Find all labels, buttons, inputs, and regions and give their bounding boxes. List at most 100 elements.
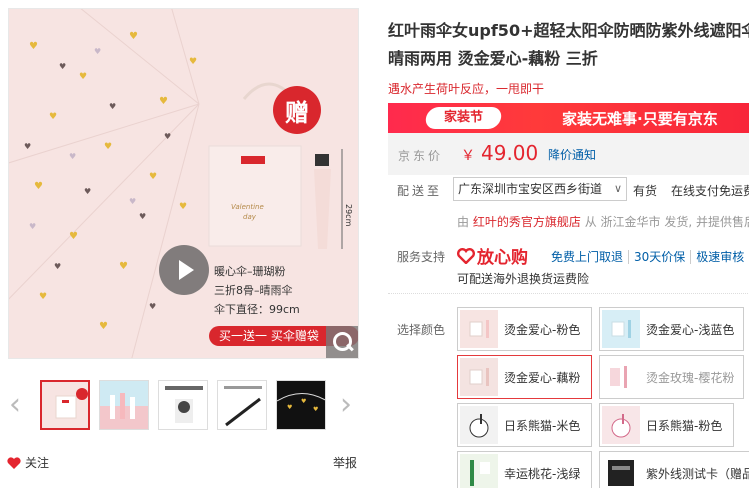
thumbnail[interactable]	[217, 380, 267, 430]
banner-text: 家装无难事·只要有京东	[562, 110, 718, 128]
svg-text:♥: ♥	[84, 187, 91, 196]
color-option[interactable]: 烫金爱心-粉色	[457, 307, 592, 351]
color-label: 选择颜色	[397, 323, 446, 337]
svg-text:♥: ♥	[189, 57, 197, 67]
color-option[interactable]: 日系熊猫-粉色	[599, 403, 734, 447]
service-note: 可配送海外退换货运费险	[457, 272, 590, 286]
image-caption: 暖心伞–珊瑚粉 三折8骨–晴雨伞 伞下直径：99cm	[214, 262, 300, 319]
thumbnail[interactable]	[99, 380, 149, 430]
banner-tag: 家装节	[424, 107, 503, 129]
seller-info: 由 红叶的秀官方旗舰店 从 浙江金华市 发货, 并提供售后服务.	[457, 213, 749, 230]
color-option-label: 烫金爱心-浅蓝色	[646, 322, 735, 337]
svg-text:♥: ♥	[159, 96, 168, 107]
color-thumb	[460, 310, 498, 348]
shipping-address: 广东深圳市宝安区西乡街道	[458, 182, 603, 196]
thumbnail[interactable]	[158, 380, 208, 430]
svg-text:♥: ♥	[149, 302, 156, 311]
svg-text:♥: ♥	[164, 132, 171, 141]
color-option-label: 烫金玫瑰-樱花粉	[646, 370, 735, 385]
seller-prefix: 由	[457, 215, 470, 229]
svg-text:♥: ♥	[49, 112, 57, 122]
chevron-down-icon: ∨	[613, 182, 622, 195]
color-option[interactable]: 烫金爱心-浅蓝色	[599, 307, 744, 351]
service-links: 免费上门取退 30天价保 极速审核	[551, 248, 749, 265]
follow-label: 关注	[25, 456, 50, 470]
color-option-label: 幸运桃花-浅绿	[504, 466, 581, 481]
svg-text:29cm: 29cm	[344, 204, 353, 227]
caption-line: 伞下直径：99cm	[214, 303, 300, 316]
color-thumb	[460, 358, 498, 396]
price-box: 京东价 ￥ 49.00 降价通知	[388, 133, 749, 175]
svg-text:Valentine: Valentine	[231, 203, 264, 211]
price-label: 京东价	[398, 149, 444, 163]
heart-outline-icon	[457, 247, 475, 264]
banner-tag-label: 家装节	[444, 110, 484, 125]
svg-text:♥: ♥	[94, 47, 101, 56]
svg-text:♥: ♥	[24, 142, 31, 151]
report-link[interactable]: 举报	[333, 454, 357, 471]
heart-icon	[7, 456, 21, 469]
color-thumb	[602, 454, 640, 488]
svg-text:day: day	[243, 213, 257, 221]
svg-text:♥: ♥	[301, 398, 306, 405]
color-option-label: 日系熊猫-米色	[504, 418, 581, 433]
svg-text:♥: ♥	[39, 292, 47, 302]
gift-badge: 赠	[273, 86, 321, 134]
chevron-right-icon[interactable]: ›	[336, 390, 356, 420]
svg-text:♥: ♥	[69, 231, 78, 242]
svg-text:♥: ♥	[29, 41, 38, 52]
color-option-selected[interactable]: 烫金爱心-藕粉	[457, 355, 592, 399]
svg-text:♥: ♥	[69, 152, 76, 161]
caption-line: 暖心伞–珊瑚粉	[214, 265, 286, 278]
umbrella-illustration: ♥♥ ♥♥ ♥♥ ♥♥ ♥♥ ♥♥ ♥♥ ♥♥ ♥♥ ♥♥ ♥♥ ♥♥ ♥♥ V…	[9, 9, 358, 358]
svg-text:♥: ♥	[104, 142, 112, 152]
service-link[interactable]: 30天价保	[628, 250, 691, 264]
shipping-address-select[interactable]: 广东深圳市宝安区西乡街道 ∨	[453, 177, 627, 201]
color-option[interactable]: 烫金玫瑰-樱花粉	[599, 355, 744, 399]
svg-text:♥: ♥	[287, 404, 292, 411]
color-thumb	[602, 358, 640, 396]
shop-link[interactable]: 红叶的秀官方旗舰店	[473, 215, 581, 229]
color-option[interactable]: 紫外线测试卡（赠品）	[599, 451, 749, 488]
thumbnail[interactable]	[40, 380, 90, 430]
svg-text:♥: ♥	[149, 172, 157, 182]
follow-button[interactable]: 关注	[7, 454, 49, 471]
payment-info: 在线支付免运费	[671, 184, 749, 198]
color-option-label: 烫金爱心-粉色	[504, 322, 581, 337]
currency-symbol: ￥	[461, 148, 475, 164]
thumbnail[interactable]: ♥ ♥ ♥	[276, 380, 326, 430]
svg-text:♥: ♥	[139, 212, 146, 221]
thumbnail-strip: ‹ ♥ ♥ ♥ ›	[0, 376, 365, 434]
svg-text:♥: ♥	[129, 31, 138, 42]
color-option-label: 烫金爱心-藕粉	[504, 370, 581, 385]
seller-suffix: 从 浙江金华市 发货, 并提供售后服务.	[584, 215, 749, 229]
color-option[interactable]: 幸运桃花-浅绿	[457, 451, 592, 488]
svg-text:♥: ♥	[119, 261, 128, 272]
color-thumb	[460, 406, 498, 444]
stock-status: 有货	[633, 184, 658, 198]
shipping-label: 配送至	[397, 184, 443, 198]
chevron-left-icon[interactable]: ‹	[5, 390, 25, 420]
zoom-icon[interactable]	[326, 326, 358, 358]
color-thumb	[460, 454, 498, 488]
promo-banner[interactable]: 家装节 家装无难事·只要有京东	[388, 103, 749, 133]
svg-text:♥: ♥	[29, 222, 36, 231]
service-link[interactable]: 免费上门取退	[551, 250, 628, 264]
caption-line: 三折8骨–晴雨伞	[214, 284, 293, 297]
service-link[interactable]: 极速审核	[690, 250, 749, 264]
color-thumb	[602, 406, 640, 444]
play-video-button[interactable]	[159, 245, 209, 295]
assurance-label: 放心购	[477, 248, 528, 268]
color-option[interactable]: 日系熊猫-米色	[457, 403, 592, 447]
color-option-label: 日系熊猫-粉色	[646, 418, 723, 433]
color-option-label: 紫外线测试卡（赠品）	[646, 466, 749, 481]
svg-text:♥: ♥	[129, 197, 136, 206]
price-amount: 49.00	[481, 141, 539, 165]
assurance-badge[interactable]: 放心购	[457, 243, 528, 268]
color-thumb	[602, 310, 640, 348]
price-drop-notify-link[interactable]: 降价通知	[548, 146, 596, 163]
main-product-image[interactable]: ♥ ♥ ♥ ♥ ♥ ♥ ♥ ♥ ♥ ♥ ♥ ♥ ♥ ♥ ♥ ♥ ♥ ♥ ♥ ♥ ♥ ♥ ♥ ♥ ♥ ♥	[8, 8, 359, 359]
price-value: ￥ 49.00	[461, 141, 538, 165]
svg-text:♥: ♥	[99, 321, 108, 332]
divider	[388, 293, 749, 294]
